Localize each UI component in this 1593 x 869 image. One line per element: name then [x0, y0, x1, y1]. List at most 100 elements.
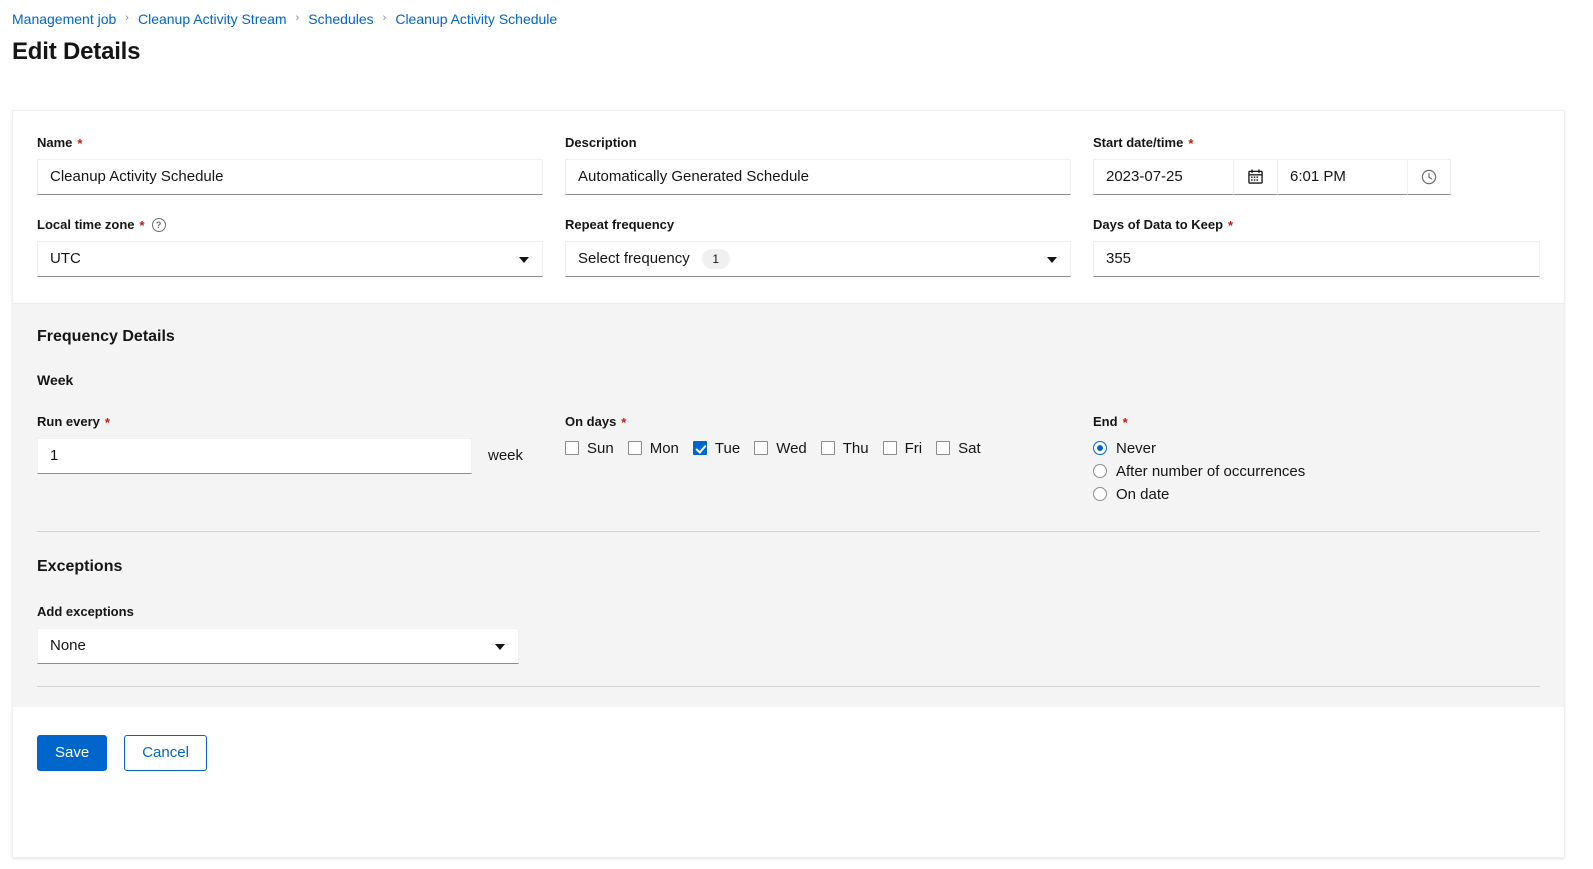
days-to-keep-label: Days of Data to Keep * — [1093, 216, 1234, 233]
day-checkbox-tue[interactable]: Tue — [692, 439, 741, 457]
checkbox-tue[interactable] — [692, 441, 707, 456]
start-date-input[interactable]: 2023-07-25 — [1093, 158, 1233, 195]
radio-after-occurrences[interactable] — [1093, 464, 1107, 479]
start-time-input[interactable]: 6:01 PM — [1277, 158, 1407, 195]
chevron-down-icon — [1047, 256, 1057, 263]
days-to-keep-field-group: Days of Data to Keep * — [1093, 217, 1540, 277]
breadcrumb-item-management-job[interactable]: Management job — [12, 12, 116, 26]
cancel-button[interactable]: Cancel — [124, 734, 207, 771]
checkbox-sun[interactable] — [565, 441, 579, 456]
name-field-group: Name * — [37, 135, 543, 195]
local-time-zone-label: Local time zone * ? — [37, 217, 543, 234]
run-every-input[interactable] — [37, 437, 472, 474]
end-option-on-date[interactable]: On date — [1093, 486, 1540, 503]
day-label-mon: Mon — [649, 439, 679, 457]
end-field-group: End * Never After number of occurrences — [1093, 414, 1540, 509]
main-fields-section: Name * Description Start date/time * — [13, 111, 1564, 303]
day-label-sat: Sat — [958, 439, 981, 457]
clock-icon[interactable] — [1407, 158, 1451, 195]
repeat-frequency-count-badge: 1 — [701, 248, 730, 269]
fields-row-1: Name * Description Start date/time * — [37, 135, 1540, 195]
chevron-right-icon: › — [295, 11, 300, 24]
day-label-sun: Sun — [587, 439, 614, 457]
breadcrumb: Management job › Cleanup Activity Stream… — [12, 12, 1593, 26]
day-checkbox-mon[interactable]: Mon — [627, 439, 679, 457]
frequency-fields-row: Run every * week On days * — [37, 414, 1540, 509]
description-field-group: Description — [565, 135, 1071, 195]
repeat-frequency-field-group: Repeat frequency Select frequency 1 — [565, 217, 1071, 277]
start-datetime-label: Start date/time * — [1093, 135, 1194, 151]
add-exceptions-value: None — [50, 637, 86, 655]
repeat-frequency-select[interactable]: Select frequency 1 — [565, 240, 1071, 277]
save-button[interactable]: Save — [37, 734, 108, 771]
checkbox-fri[interactable] — [882, 441, 897, 456]
day-checkbox-sun[interactable]: Sun — [565, 440, 614, 457]
chevron-right-icon: › — [125, 11, 129, 24]
page-title: Edit Details — [12, 38, 141, 65]
frequency-details-section: Frequency Details Week Run every * week … — [13, 302, 1564, 707]
day-checkbox-wed[interactable]: Wed — [754, 440, 807, 457]
add-exceptions-field-group: Add exceptions None — [37, 604, 1540, 664]
on-days-checkbox-group: Sun Mon Tue Wed Thu Fri Sat — [565, 438, 1071, 457]
name-label: Name * — [37, 135, 83, 151]
on-days-field-group: On days * Sun Mon Tue Wed Thu Fri Sat — [565, 414, 1071, 509]
day-checkbox-thu[interactable]: Thu — [820, 439, 869, 457]
chevron-right-icon: › — [382, 11, 387, 24]
day-checkbox-fri[interactable]: Fri — [882, 439, 923, 457]
radio-on-date[interactable] — [1093, 487, 1107, 502]
add-exceptions-label: Add exceptions — [37, 603, 134, 619]
end-option-label-after-occurrences: After number of occurrences — [1116, 462, 1306, 480]
breadcrumb-item-cleanup-activity-schedule[interactable]: Cleanup Activity Schedule — [395, 12, 557, 26]
local-time-zone-select[interactable]: UTC — [37, 240, 543, 277]
on-days-label: On days * — [565, 413, 627, 430]
required-marker: * — [621, 414, 627, 430]
end-label: End * — [1093, 413, 1128, 430]
chevron-down-icon — [495, 643, 505, 650]
exceptions-title: Exceptions — [37, 557, 123, 575]
fields-row-2: Local time zone * ? UTC Repeat frequency… — [37, 217, 1540, 277]
name-input[interactable] — [37, 158, 543, 195]
breadcrumb-item-schedules[interactable]: Schedules — [308, 12, 373, 26]
help-icon[interactable]: ? — [151, 218, 166, 233]
repeat-frequency-label: Repeat frequency — [565, 216, 675, 232]
exceptions-bottom-divider — [37, 685, 1540, 687]
required-marker: * — [104, 414, 110, 430]
required-marker: * — [1188, 135, 1194, 151]
checkbox-wed[interactable] — [754, 441, 769, 456]
day-label-wed: Wed — [776, 439, 807, 457]
days-to-keep-input[interactable] — [1093, 240, 1540, 277]
required-marker: * — [1122, 414, 1128, 430]
end-radio-group: Never After number of occurrences On dat… — [1093, 438, 1540, 503]
day-label-tue: Tue — [714, 439, 741, 457]
day-label-fri: Fri — [904, 439, 923, 457]
section-divider — [37, 530, 1540, 532]
add-exceptions-select[interactable]: None — [37, 627, 519, 664]
description-input[interactable] — [565, 158, 1071, 195]
frequency-details-title: Frequency Details — [37, 327, 175, 345]
end-option-after-occurrences[interactable]: After number of occurrences — [1093, 463, 1540, 480]
checkbox-mon[interactable] — [627, 441, 642, 456]
radio-never[interactable] — [1093, 441, 1107, 456]
frequency-week-subtitle: Week — [37, 371, 74, 388]
required-marker: * — [77, 135, 83, 151]
end-option-label-never: Never — [1116, 439, 1157, 457]
chevron-down-icon — [519, 256, 529, 263]
end-option-never[interactable]: Never — [1093, 440, 1540, 457]
day-label-thu: Thu — [842, 439, 869, 457]
calendar-icon[interactable] — [1233, 158, 1277, 195]
local-time-zone-field-group: Local time zone * ? UTC — [37, 217, 543, 277]
day-checkbox-sat[interactable]: Sat — [936, 440, 981, 457]
card-footer: Save Cancel — [13, 706, 1564, 795]
edit-details-card: Name * Description Start date/time * — [12, 110, 1565, 858]
repeat-frequency-value: Select frequency — [578, 250, 690, 268]
run-every-controls: week — [37, 437, 543, 474]
run-every-field-group: Run every * week — [37, 414, 543, 509]
local-time-zone-value: UTC — [50, 250, 81, 268]
run-every-label: Run every * — [37, 413, 110, 430]
start-datetime-field-group: Start date/time * 2023-07-25 6:01 PM — [1093, 135, 1540, 195]
checkbox-thu[interactable] — [820, 441, 835, 456]
breadcrumb-item-cleanup-activity-stream[interactable]: Cleanup Activity Stream — [138, 12, 287, 26]
checkbox-sat[interactable] — [936, 441, 951, 456]
edit-details-page: Management job › Cleanup Activity Stream… — [0, 0, 1593, 869]
footer-actions: Save Cancel — [37, 734, 1540, 771]
